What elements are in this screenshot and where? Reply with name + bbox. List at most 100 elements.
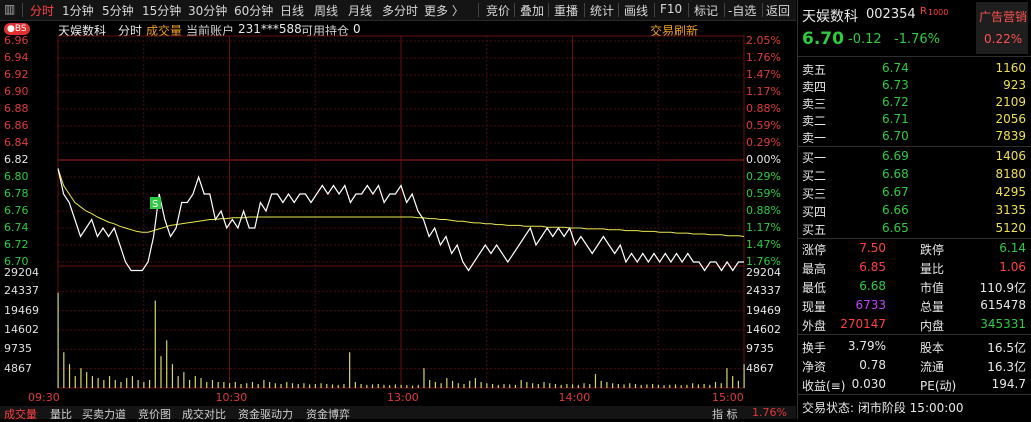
- volume-bar: [463, 384, 465, 388]
- tab-fund-drive[interactable]: 资金驱动力: [238, 406, 293, 422]
- volume-bar: [446, 378, 448, 388]
- volume-bar: [286, 382, 288, 388]
- volume-bar: [583, 383, 585, 388]
- bid-price: 6.65: [882, 221, 909, 235]
- ask-label: 卖三: [802, 97, 827, 111]
- volume-bar: [572, 384, 574, 388]
- volume-bar: [257, 384, 259, 388]
- tab-volume-ratio[interactable]: 量比: [50, 406, 72, 422]
- indicator-button[interactable]: 指 标: [712, 406, 738, 422]
- ask-label: 卖五: [802, 63, 827, 77]
- volume-bar: [349, 352, 351, 388]
- last-price: 6.70: [802, 29, 844, 49]
- volume-bar: [669, 384, 671, 388]
- stat-value: 16.5亿: [987, 341, 1026, 355]
- volume-bar: [371, 384, 374, 388]
- stat-value: 0.030: [851, 377, 886, 391]
- divider: [798, 394, 1031, 395]
- bid-volume: 1406: [995, 149, 1026, 163]
- volume-bar: [623, 384, 625, 388]
- volume-bar: [469, 380, 471, 388]
- volume-bar: [594, 374, 597, 388]
- stat-value: 110.9亿: [979, 281, 1026, 295]
- volume-bar: [423, 368, 425, 388]
- bid-volume: 8180: [995, 167, 1026, 181]
- divider: [798, 238, 1031, 239]
- volume-bar: [457, 383, 459, 388]
- tab-buy-sell-force[interactable]: 买卖力道: [82, 406, 126, 422]
- stat-row: 净资 0.78 流通 16.3亿: [798, 357, 1031, 375]
- bid-volume: 4295: [995, 185, 1026, 199]
- stat-label: 流通: [920, 360, 945, 374]
- volume-tick-label-right: 19469: [746, 303, 781, 317]
- pct-tick-label: 0.29%: [746, 170, 781, 183]
- volume-bar: [406, 385, 408, 388]
- indicator-label-1: 指: [712, 408, 723, 421]
- volume-bar: [629, 383, 631, 388]
- pct-tick-label: 1.47%: [746, 238, 781, 251]
- volume-bar: [674, 384, 677, 388]
- volume-bar: [503, 384, 505, 388]
- stat-label: 量比: [920, 262, 945, 276]
- tab-auction-chart[interactable]: 竞价图: [138, 406, 171, 422]
- ask-volume: 923: [1003, 78, 1026, 92]
- volume-bar: [337, 384, 339, 388]
- stat-label: 最高: [802, 262, 827, 276]
- volume-bar: [743, 364, 745, 388]
- volume-tick-label: 19469: [4, 303, 39, 317]
- bid-label: 买二: [802, 169, 827, 183]
- volume-bar: [411, 385, 414, 388]
- volume-bar: [383, 384, 385, 388]
- stat-label: 股本: [920, 341, 945, 355]
- quote-price-row: 6.70 -0.12 -1.76%: [798, 28, 1031, 50]
- volume-bar: [126, 378, 128, 388]
- volume-bar: [137, 380, 139, 388]
- volume-bar: [657, 384, 659, 388]
- volume-bar: [663, 385, 665, 388]
- time-tick-label: 10:30: [215, 391, 248, 404]
- volume-bar: [646, 384, 648, 388]
- volume-max-label-right: 29204: [746, 266, 781, 279]
- bid-label: 买三: [802, 187, 827, 201]
- bid-row: 买五 6.65 5120: [798, 220, 1031, 238]
- time-tick-label: 15:00: [712, 391, 744, 404]
- tab-fund-game[interactable]: 资金博弈: [306, 406, 350, 422]
- volume-bar: [131, 376, 134, 388]
- volume-bar: [566, 384, 568, 388]
- volume-bar: [634, 384, 637, 388]
- ask-row: 卖五 6.74 1160: [798, 60, 1031, 78]
- volume-bar: [389, 385, 391, 388]
- volume-bar: [434, 382, 436, 388]
- tab-trade-compare[interactable]: 成交对比: [182, 406, 226, 422]
- volume-bar: [714, 382, 717, 388]
- stat-label: 最低: [802, 281, 827, 295]
- volume-tick-label: 24337: [4, 284, 39, 298]
- stat-label: 现量: [802, 300, 827, 314]
- volume-bar: [217, 382, 219, 388]
- intraday-chart[interactable]: S: [0, 0, 796, 406]
- volume-bar: [543, 382, 545, 388]
- tab-volume[interactable]: 成交量: [4, 406, 37, 422]
- price-tick-label: 6.88: [4, 102, 29, 115]
- bid-row: 买三 6.67 4295: [798, 184, 1031, 202]
- volume-bar: [280, 384, 282, 388]
- pct-tick-label: 0.29%: [746, 136, 781, 149]
- volume-bar: [206, 382, 208, 388]
- price-change: -0.12: [848, 32, 882, 47]
- volume-bar: [314, 384, 316, 388]
- indicator-label-2: 标: [726, 408, 738, 421]
- volume-bar: [360, 384, 362, 388]
- volume-bar: [474, 378, 477, 388]
- volume-bar: [269, 382, 271, 388]
- ask-row: 卖一 6.70 7839: [798, 128, 1031, 146]
- stat-row: 换手 3.79% 股本 16.5亿: [798, 338, 1031, 356]
- pct-tick-label: 1.47%: [746, 68, 781, 81]
- volume-bar: [686, 384, 688, 388]
- stat-label: 内盘: [920, 319, 945, 333]
- volume-tick-label-right: 24337: [746, 284, 781, 298]
- bid-row: 买四 6.66 3135: [798, 202, 1031, 220]
- volume-bar: [234, 382, 236, 388]
- volume-bar: [486, 383, 488, 388]
- volume-bar: [720, 383, 722, 388]
- volume-bar: [166, 340, 168, 388]
